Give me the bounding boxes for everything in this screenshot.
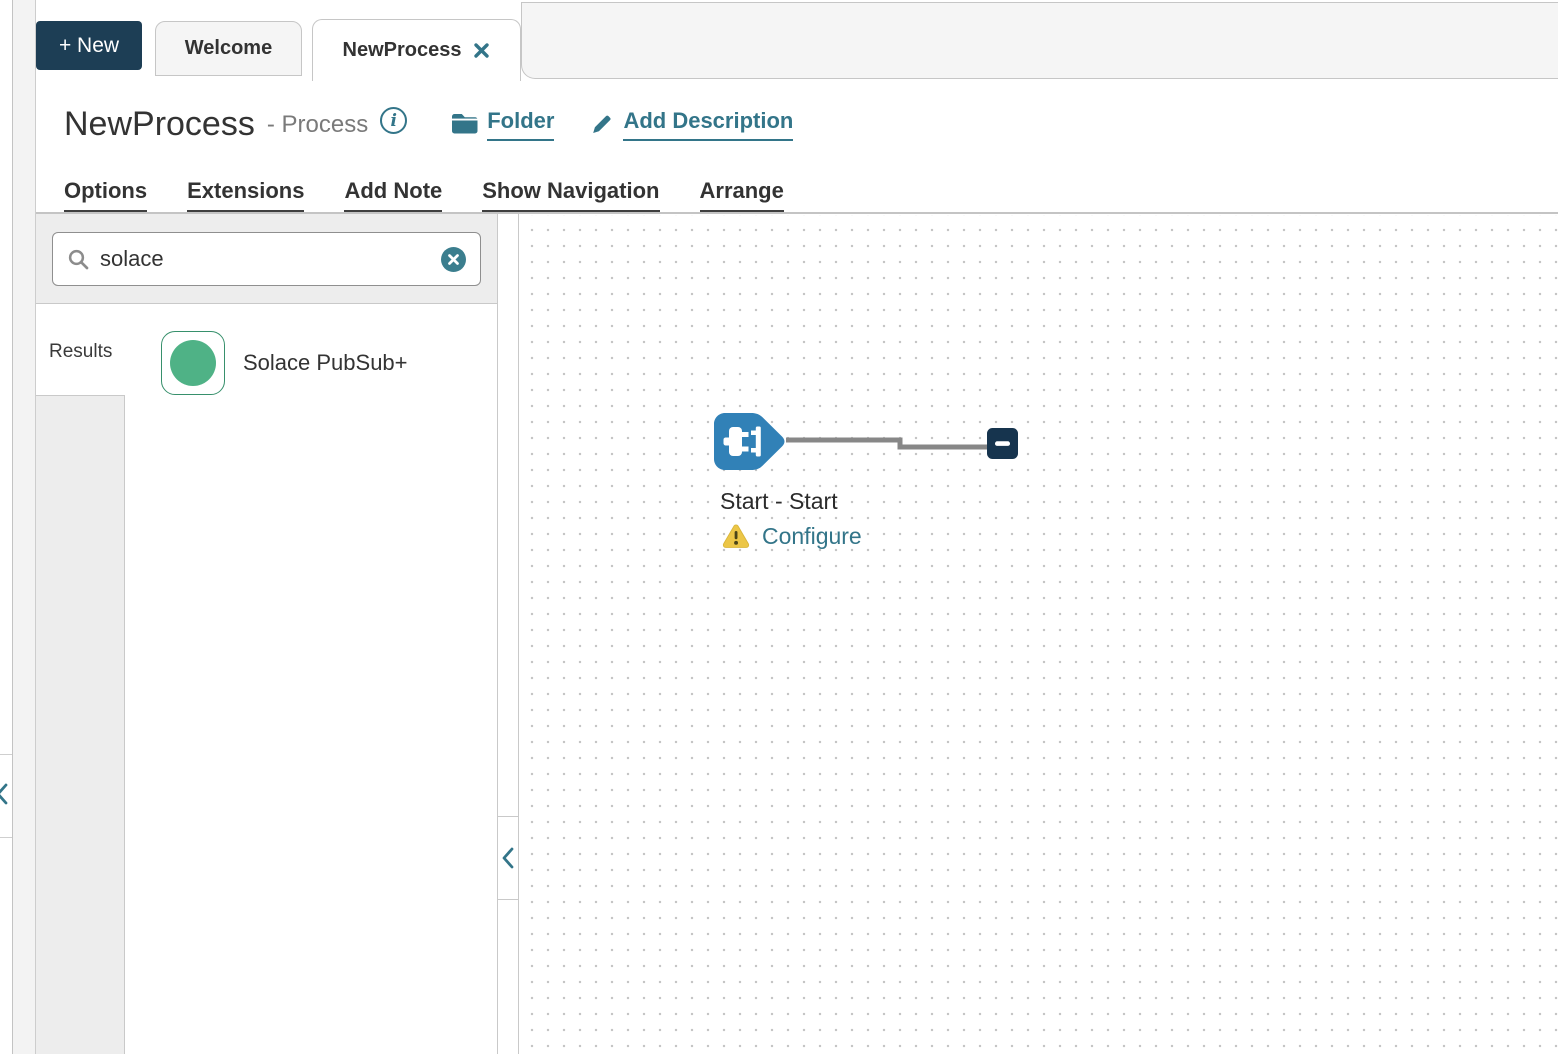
shapes-sidebar: Results Solace PubSub+ (36, 214, 497, 1054)
tab-newprocess-label: NewProcess (343, 39, 462, 62)
info-icon[interactable]: i (380, 107, 407, 134)
left-collapsed-panel-edge (0, 0, 13, 1054)
tab-welcome[interactable]: Welcome (155, 21, 302, 76)
search-input[interactable] (100, 246, 431, 272)
add-description-link[interactable]: Add Description (590, 108, 793, 141)
start-shape-icon (714, 413, 784, 470)
connector-icon (170, 340, 216, 386)
pencil-icon (590, 112, 614, 136)
menu-arrange[interactable]: Arrange (700, 178, 784, 212)
menu-add-note[interactable]: Add Note (344, 178, 442, 212)
panel-divider (497, 214, 519, 1054)
page-title: NewProcess (64, 105, 255, 144)
chevron-left-icon (501, 845, 515, 871)
search-box[interactable] (52, 232, 481, 286)
collapse-sidebar-handle[interactable] (498, 816, 518, 900)
folder-icon (451, 112, 478, 135)
start-node-label: Start - Start (720, 488, 838, 515)
tab-newprocess[interactable]: NewProcess (312, 19, 521, 81)
add-description-link-label: Add Description (623, 108, 793, 141)
page-type-label: - Process (267, 111, 368, 139)
folder-link-label: Folder (487, 108, 554, 141)
chevron-left-icon[interactable] (0, 782, 10, 811)
start-node[interactable] (714, 413, 1054, 480)
divider (0, 754, 13, 755)
tab-welcome-label: Welcome (185, 37, 272, 60)
search-icon (67, 248, 90, 271)
results-tab[interactable]: Results (36, 305, 125, 395)
warning-icon (722, 524, 750, 549)
configure-link[interactable]: Configure (762, 523, 862, 550)
results-tab-strip (36, 395, 125, 1054)
process-canvas[interactable]: Start - Start Configure (520, 215, 1558, 1054)
tab-bar-filler (521, 2, 1558, 79)
result-item-solace-pubsub[interactable]: Solace PubSub+ (161, 331, 408, 395)
process-menu-bar: Options Extensions Add Note Show Navigat… (64, 178, 784, 212)
connector-card (161, 331, 225, 395)
menu-options[interactable]: Options (64, 178, 147, 212)
new-button-label: + New (59, 34, 119, 58)
new-button[interactable]: + New (36, 21, 142, 70)
menu-extensions[interactable]: Extensions (187, 178, 304, 212)
folder-link[interactable]: Folder (451, 108, 554, 141)
app-window: + New Welcome NewProcess NewProcess - Pr… (0, 0, 1558, 1054)
result-name: Solace PubSub+ (243, 350, 408, 376)
search-panel (36, 214, 497, 304)
tab-close-icon[interactable] (473, 42, 490, 59)
clear-search-icon[interactable] (441, 247, 466, 272)
left-gutter (13, 0, 35, 1054)
divider (0, 837, 13, 838)
page-header: NewProcess - Process i Folder Add Descri… (64, 105, 793, 144)
menu-show-navigation[interactable]: Show Navigation (482, 178, 659, 212)
endpoint-icon (987, 428, 1018, 459)
configure-row: Configure (722, 523, 862, 550)
results-tab-label: Results (49, 341, 112, 362)
connector-line (786, 440, 989, 447)
